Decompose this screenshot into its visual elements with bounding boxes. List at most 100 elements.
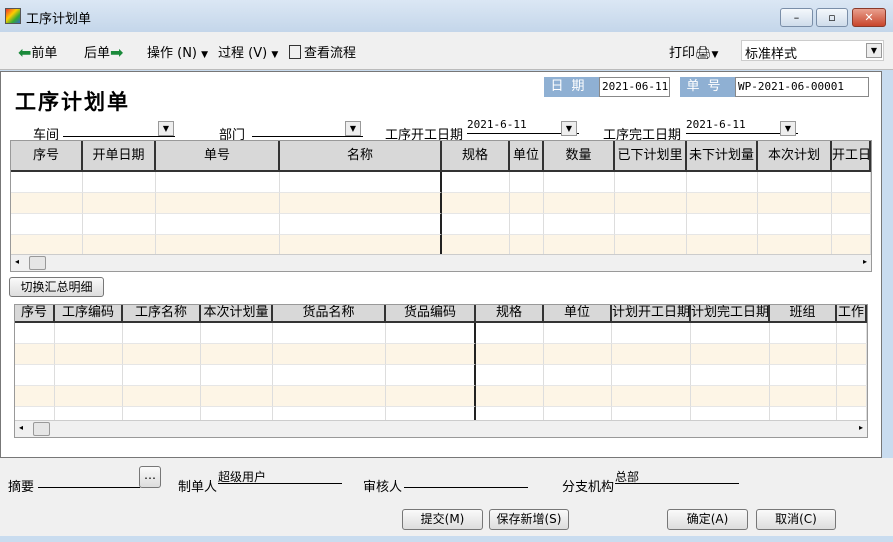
- column-header[interactable]: 单位: [544, 305, 612, 323]
- table-cell[interactable]: [15, 344, 55, 365]
- table-cell[interactable]: [280, 235, 442, 256]
- table-cell[interactable]: [691, 386, 770, 407]
- table-cell[interactable]: [476, 407, 544, 421]
- table-cell[interactable]: [612, 344, 691, 365]
- summary-picker-button[interactable]: …: [139, 466, 161, 488]
- column-header[interactable]: 开单日期: [83, 141, 156, 172]
- table-cell[interactable]: [691, 365, 770, 386]
- table-cell[interactable]: [615, 214, 687, 235]
- table-cell[interactable]: [612, 365, 691, 386]
- table-cell[interactable]: [837, 344, 867, 365]
- table-cell[interactable]: [273, 323, 386, 344]
- table-cell[interactable]: [691, 344, 770, 365]
- table-cell[interactable]: [442, 235, 510, 256]
- table-cell[interactable]: [55, 365, 123, 386]
- minimize-button[interactable]: –: [780, 8, 813, 27]
- table-cell[interactable]: [770, 386, 837, 407]
- table-cell[interactable]: [11, 193, 83, 214]
- submit-button[interactable]: 提交(M): [402, 509, 483, 530]
- next-button[interactable]: 后单➡: [84, 42, 123, 62]
- table-cell[interactable]: [770, 365, 837, 386]
- table-cell[interactable]: [15, 407, 55, 421]
- column-header[interactable]: 单位: [510, 141, 544, 172]
- table-cell[interactable]: [11, 235, 83, 256]
- table-cell[interactable]: [55, 344, 123, 365]
- table-cell[interactable]: [15, 323, 55, 344]
- table-cell[interactable]: [544, 407, 612, 421]
- process-detail-grid[interactable]: 序号 工序编码 工序名称 本次计划量 货品名称 货品编码 规格 单位 计划开工日期 计划完工日期班…: [14, 304, 868, 438]
- table-cell[interactable]: [123, 365, 201, 386]
- table-cell[interactable]: [687, 193, 758, 214]
- table-cell[interactable]: [758, 193, 832, 214]
- column-header[interactable]: 规格: [442, 141, 510, 172]
- table-cell[interactable]: [386, 323, 476, 344]
- table-cell[interactable]: [386, 407, 476, 421]
- summary-field[interactable]: [38, 472, 140, 488]
- column-header[interactable]: 单号: [156, 141, 280, 172]
- column-header[interactable]: 班组: [770, 305, 837, 323]
- table-cell[interactable]: [273, 407, 386, 421]
- column-header[interactable]: 开工日: [832, 141, 871, 172]
- table-row[interactable]: [15, 323, 867, 344]
- table-cell[interactable]: [837, 323, 867, 344]
- table-cell[interactable]: [123, 407, 201, 421]
- table-cell[interactable]: [476, 344, 544, 365]
- table-cell[interactable]: [544, 235, 615, 256]
- table-cell[interactable]: [123, 344, 201, 365]
- scrollbar-thumb[interactable]: [33, 422, 50, 436]
- table-cell[interactable]: [156, 214, 280, 235]
- column-header[interactable]: 工序名称: [123, 305, 201, 323]
- column-header[interactable]: 计划开工日期: [612, 305, 691, 323]
- table-cell[interactable]: [612, 407, 691, 421]
- table-cell[interactable]: [615, 235, 687, 256]
- chevron-down-icon[interactable]: ▼: [158, 121, 174, 136]
- maximize-button[interactable]: ▫: [816, 8, 848, 27]
- table-cell[interactable]: [201, 365, 273, 386]
- scroll-right-icon[interactable]: ▸: [863, 257, 867, 266]
- column-header[interactable]: 数量: [544, 141, 615, 172]
- table-cell[interactable]: [544, 172, 615, 193]
- table-cell[interactable]: [544, 323, 612, 344]
- plan-items-grid[interactable]: 序号 开单日期 单号 名称 规格 单位 数量 已下计划里 未下计划量 本次计划 开工日 ▸ ◂: [10, 140, 872, 272]
- table-cell[interactable]: [83, 172, 156, 193]
- column-header[interactable]: 序号: [11, 141, 83, 172]
- switch-summary-detail-button[interactable]: 切换汇总明细: [9, 277, 104, 297]
- table-cell[interactable]: [386, 365, 476, 386]
- scrollbar-thumb[interactable]: [29, 256, 46, 270]
- process-menu[interactable]: 过程 (V) ▼: [218, 42, 278, 61]
- table-cell[interactable]: [476, 365, 544, 386]
- table-row[interactable]: [11, 214, 871, 235]
- table-cell[interactable]: [156, 172, 280, 193]
- table-row[interactable]: [15, 407, 867, 421]
- table-cell[interactable]: [55, 407, 123, 421]
- view-flow-button[interactable]: 查看流程: [289, 42, 356, 61]
- doc-no-field[interactable]: WP-2021-06-00001: [735, 77, 869, 97]
- table-cell[interactable]: [758, 172, 832, 193]
- column-header[interactable]: 本次计划: [758, 141, 832, 172]
- table-cell[interactable]: [837, 407, 867, 421]
- table-row[interactable]: [15, 344, 867, 365]
- table-cell[interactable]: [687, 172, 758, 193]
- table-row[interactable]: [11, 193, 871, 214]
- scroll-right-icon[interactable]: ▸: [859, 423, 863, 432]
- column-header[interactable]: 序号: [15, 305, 55, 323]
- scroll-left-icon[interactable]: ◂: [15, 257, 19, 266]
- table-cell[interactable]: [273, 386, 386, 407]
- table-cell[interactable]: [544, 386, 612, 407]
- table-cell[interactable]: [832, 172, 871, 193]
- table-cell[interactable]: [156, 193, 280, 214]
- horizontal-scrollbar[interactable]: ▸ ◂: [15, 420, 867, 437]
- table-cell[interactable]: [510, 172, 544, 193]
- table-cell[interactable]: [201, 344, 273, 365]
- print-button[interactable]: 打印🖨▼: [669, 42, 718, 61]
- table-row[interactable]: [11, 172, 871, 193]
- table-cell[interactable]: [476, 323, 544, 344]
- table-cell[interactable]: [758, 214, 832, 235]
- table-cell[interactable]: [123, 386, 201, 407]
- table-cell[interactable]: [832, 214, 871, 235]
- table-cell[interactable]: [386, 344, 476, 365]
- table-cell[interactable]: [442, 172, 510, 193]
- table-cell[interactable]: [615, 193, 687, 214]
- table-cell[interactable]: [691, 407, 770, 421]
- table-cell[interactable]: [544, 365, 612, 386]
